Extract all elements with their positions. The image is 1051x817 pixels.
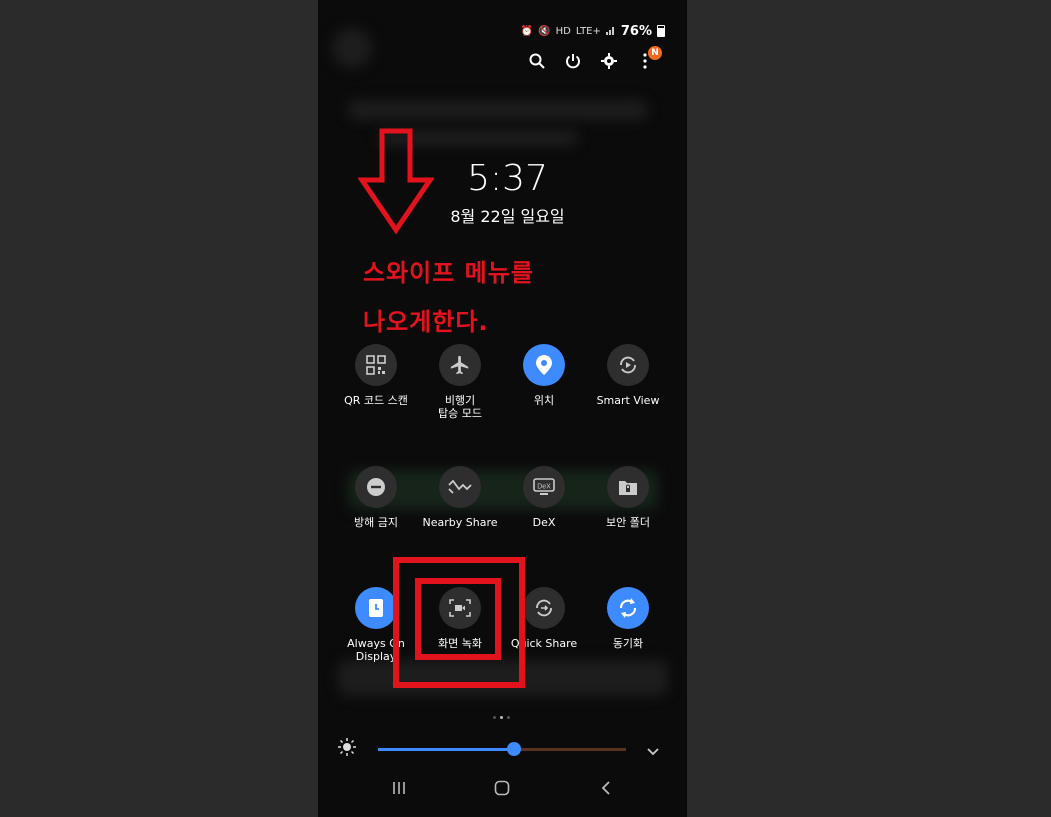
down-arrow-annotation-icon xyxy=(358,128,434,234)
tile-label: Nearby Share xyxy=(422,516,498,529)
brightness-slider-thumb[interactable] xyxy=(507,742,522,756)
battery-icon xyxy=(657,25,665,37)
airplane-icon xyxy=(439,344,481,386)
search-icon[interactable] xyxy=(528,52,546,70)
annotation-line-1: 스와이프 메뉴를 xyxy=(363,259,534,287)
recent-apps-icon[interactable] xyxy=(392,780,406,801)
tile-label: 보안 폴더 xyxy=(606,516,650,529)
highlight-box-inner xyxy=(415,578,501,660)
page-dot xyxy=(493,716,496,719)
page-dot xyxy=(507,716,510,719)
home-icon[interactable] xyxy=(494,780,510,801)
qr-code-icon xyxy=(355,344,397,386)
back-icon[interactable] xyxy=(600,780,612,801)
tile-sync[interactable]: 동기화 xyxy=(586,587,670,650)
smart-view-icon xyxy=(607,344,649,386)
blurred-notification xyxy=(348,100,648,120)
tile-airplane-mode[interactable]: 비행기 탑승 모드 xyxy=(418,344,502,420)
tile-label: 동기화 xyxy=(612,637,644,650)
panel-toolbar: N xyxy=(528,46,662,70)
svg-text:DeX: DeX xyxy=(537,484,551,491)
tile-location[interactable]: 위치 xyxy=(502,344,586,407)
tile-qr-scan[interactable]: QR 코드 스캔 xyxy=(334,344,418,407)
brightness-sun-icon xyxy=(338,738,356,760)
signal-icon xyxy=(605,24,616,38)
phone-screen: ⏰ 🔇 HD LTE+ 76% N 5:37 8월 22일 일요일 스와이프 메… xyxy=(318,0,687,817)
more-options-icon[interactable]: N xyxy=(636,46,662,70)
tile-label: 위치 xyxy=(533,394,555,407)
tile-label: QR 코드 스캔 xyxy=(344,394,408,407)
alarm-icon: ⏰ xyxy=(520,25,534,37)
page-dot-active xyxy=(500,716,503,719)
secure-folder-icon xyxy=(607,466,649,508)
tile-label: Smart View xyxy=(596,394,660,407)
status-bar: ⏰ 🔇 HD LTE+ 76% xyxy=(521,22,665,40)
battery-percent: 76% xyxy=(620,23,652,39)
sync-icon xyxy=(607,587,649,629)
tile-nearby-share[interactable]: Nearby Share xyxy=(418,466,502,529)
location-pin-icon xyxy=(523,344,565,386)
tile-label: 비행기 탑승 모드 xyxy=(438,394,482,420)
nearby-share-icon xyxy=(439,466,481,508)
tile-dex[interactable]: DeX DeX xyxy=(502,466,586,529)
notification-badge: N xyxy=(648,46,662,60)
blurred-avatar xyxy=(332,28,372,68)
brightness-control xyxy=(338,738,668,761)
tile-do-not-disturb[interactable]: 방해 금지 xyxy=(334,466,418,529)
tile-secure-folder[interactable]: 보안 폴더 xyxy=(586,466,670,529)
hd-icon: HD xyxy=(555,25,571,37)
page-indicator xyxy=(493,716,510,719)
network-type: LTE+ xyxy=(575,25,601,37)
power-icon[interactable] xyxy=(564,52,582,70)
quick-share-icon xyxy=(523,587,565,629)
annotation-line-2: 나오게한다. xyxy=(363,308,489,336)
chevron-down-icon[interactable] xyxy=(646,742,660,761)
dex-icon: DeX xyxy=(523,466,565,508)
brightness-slider-fill xyxy=(378,748,515,751)
tile-label: 방해 금지 xyxy=(354,516,398,529)
always-on-display-icon xyxy=(355,587,397,629)
navigation-bar xyxy=(318,780,687,804)
mute-icon: 🔇 xyxy=(538,25,551,37)
brightness-slider[interactable] xyxy=(378,742,626,756)
do-not-disturb-icon xyxy=(355,466,397,508)
tile-label: DeX xyxy=(532,516,556,529)
tile-smart-view[interactable]: Smart View xyxy=(586,344,670,407)
gear-icon[interactable] xyxy=(600,52,618,70)
